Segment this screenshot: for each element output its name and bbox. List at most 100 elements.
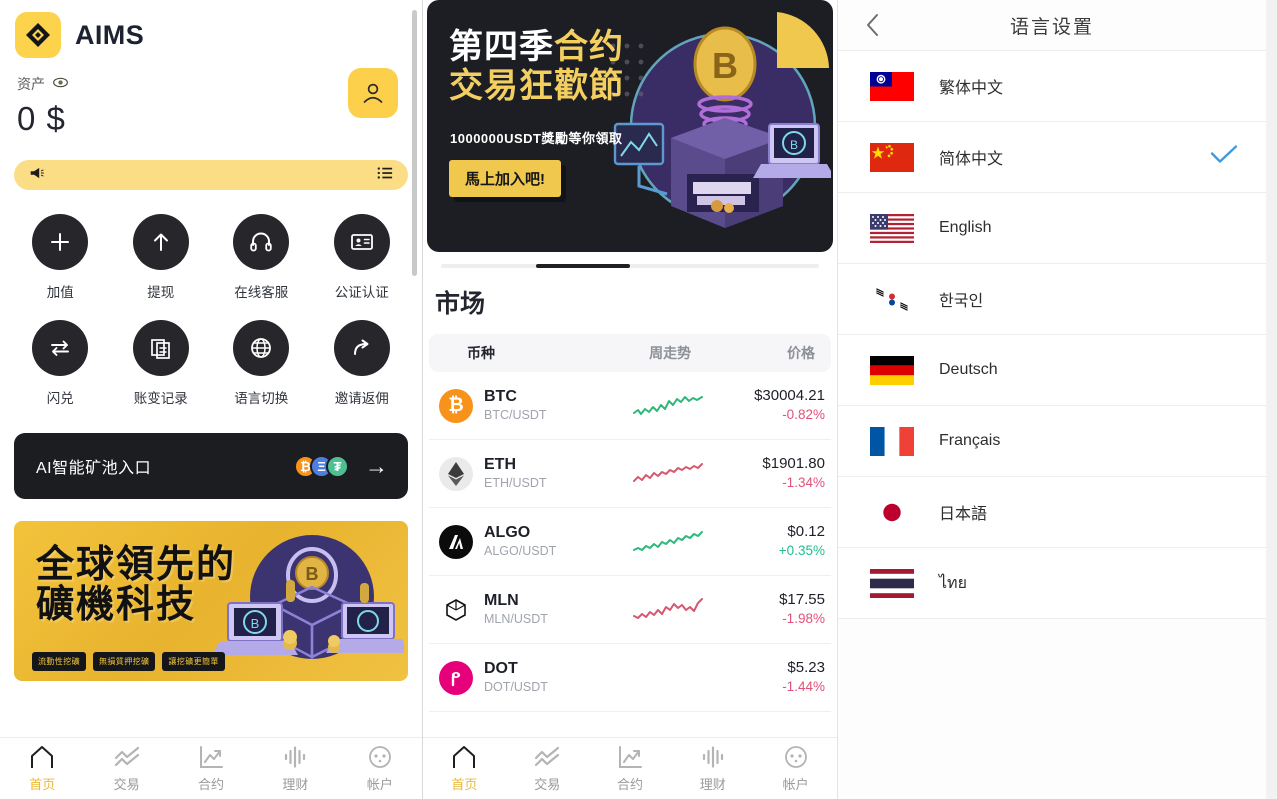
megaphone-icon xyxy=(29,166,46,185)
tab-account[interactable]: 帐户 xyxy=(754,744,837,793)
carousel-segment-active[interactable] xyxy=(535,264,630,268)
coin-pair: BTC/USDT xyxy=(484,408,547,423)
language-label: 日本語 xyxy=(939,506,988,523)
carousel-segment[interactable] xyxy=(630,264,725,268)
language-label: 繁体中文 xyxy=(939,80,1004,97)
page-title: 语言设置 xyxy=(1009,16,1094,38)
headset-icon xyxy=(233,214,290,270)
language-option-japanese[interactable]: 日本語 xyxy=(838,476,1266,547)
tab-label: 首页 xyxy=(451,777,478,792)
coin-symbol: ALGO xyxy=(484,524,531,542)
market-panel: B B 第四季合约 交易狂歡節 1000000USDT獎勵等你領取 馬上加入吧!… xyxy=(423,0,837,799)
language-option-english[interactable]: English xyxy=(838,192,1266,263)
quick-action-invite[interactable]: 邀请返佣 xyxy=(312,320,413,407)
market-title: 市场 xyxy=(435,290,486,318)
quick-action-kyc[interactable]: 公证认证 xyxy=(312,214,413,301)
language-option-french[interactable]: Français xyxy=(838,405,1266,476)
table-row[interactable]: ETH ETH/USDT $1901.80 -1.34% xyxy=(429,440,831,508)
tab-label: 合约 xyxy=(198,777,225,792)
quick-action-label: 语言切换 xyxy=(234,391,289,406)
table-row[interactable]: MLN MLN/USDT $17.55 -1.98% xyxy=(429,576,831,644)
table-row[interactable]: ₿ BTC BTC/USDT $30004.21 -0.82% xyxy=(429,372,831,440)
carousel-segment[interactable] xyxy=(441,264,536,268)
tab-trade[interactable]: 交易 xyxy=(506,744,589,793)
mining-promo-banner[interactable]: B B 全球領先的 礦機科技 流動性挖礦 無損質押挖礦 讓挖礦更簡單 xyxy=(14,521,408,681)
coin-change: -1.98% xyxy=(782,611,825,627)
sparkline xyxy=(614,529,727,555)
quick-action-recharge[interactable]: 加值 xyxy=(10,214,111,301)
language-label: 简体中文 xyxy=(939,151,1004,168)
carousel-segment[interactable] xyxy=(725,264,820,268)
svg-text:B: B xyxy=(790,138,798,152)
bottom-tabbar: 首页 交易 合约 理财 帐户 xyxy=(0,737,422,799)
eth-icon xyxy=(439,456,473,491)
bottom-tabbar: 首页 交易 合约 理财 帐户 xyxy=(423,737,837,799)
table-row[interactable]: DOT DOT/USDT $5.23 -1.44% xyxy=(429,644,831,712)
tab-home[interactable]: 首页 xyxy=(423,744,506,793)
tab-account[interactable]: 帐户 xyxy=(338,744,422,793)
flag-germany xyxy=(870,355,914,385)
coin-pair: DOT/USDT xyxy=(484,680,548,695)
language-option-korean[interactable]: 한국인 xyxy=(838,263,1266,334)
language-option-thai[interactable]: ไทย xyxy=(838,547,1266,618)
svg-text:B: B xyxy=(251,616,260,631)
flag-korea xyxy=(870,284,914,314)
eye-icon[interactable] xyxy=(53,75,68,93)
account-face-icon xyxy=(368,746,391,768)
coin-stack: ₿ Ξ ₮ xyxy=(294,454,349,478)
language-option-german[interactable]: Deutsch xyxy=(838,334,1266,405)
flag-japan xyxy=(870,497,914,527)
usdt-icon: ₮ xyxy=(326,454,349,478)
tab-finance[interactable]: 理财 xyxy=(253,744,337,793)
promo-line-1: 全球領先的 xyxy=(36,544,237,586)
brand-header: AIMS xyxy=(0,0,422,58)
app-screen: AIMS 资产 0 $ 加值 提现 在线客服 公证认证 闪兑 账变记录 语言切换… xyxy=(0,0,1277,799)
promo-tag: 無損質押挖礦 xyxy=(93,652,156,671)
language-settings-panel: 语言设置 繁体中文 简体中文 English 한국인 Deutsch Franç… xyxy=(837,0,1266,799)
quick-action-records[interactable]: 账变记录 xyxy=(111,320,212,407)
quick-action-label: 闪兑 xyxy=(46,391,74,406)
list-icon[interactable] xyxy=(377,166,393,185)
tab-label: 首页 xyxy=(29,777,56,792)
carousel-indicator[interactable] xyxy=(441,264,819,268)
bars-wave-icon xyxy=(285,746,306,768)
carousel-title: 第四季合约 交易狂歡節 xyxy=(449,28,624,106)
announcement-bar[interactable] xyxy=(14,160,408,190)
tab-label: 合约 xyxy=(616,777,643,792)
plus-icon xyxy=(32,214,89,270)
language-option-traditional-chinese[interactable]: 繁体中文 xyxy=(838,50,1266,121)
chevron-left-icon[interactable] xyxy=(858,8,888,42)
quick-action-language[interactable]: 语言切换 xyxy=(211,320,312,407)
language-label: English xyxy=(939,219,992,236)
id-card-icon xyxy=(333,214,390,270)
carousel-cta-button[interactable]: 馬上加入吧! xyxy=(449,160,561,197)
promo-carousel[interactable]: B B 第四季合约 交易狂歡節 1000000USDT獎勵等你領取 馬上加入吧! xyxy=(427,0,833,252)
sparkline xyxy=(614,393,727,419)
arrow-up-icon xyxy=(132,214,189,270)
avatar[interactable] xyxy=(348,68,398,118)
quick-action-withdraw[interactable]: 提现 xyxy=(111,214,212,301)
share-arrow-icon xyxy=(333,320,390,376)
promo-line-2: 礦機科技 xyxy=(36,584,197,627)
flag-france xyxy=(870,426,914,456)
carousel-title-b: 合约 xyxy=(554,28,624,66)
tab-finance[interactable]: 理财 xyxy=(671,744,754,793)
table-row[interactable]: ALGO ALGO/USDT $0.12 +0.35% xyxy=(429,508,831,576)
brand-name: AIMS xyxy=(75,19,145,50)
panel-scrollbar[interactable] xyxy=(412,10,417,276)
language-label: Français xyxy=(939,432,1001,449)
quick-action-swap[interactable]: 闪兑 xyxy=(10,320,111,407)
dot-icon xyxy=(439,660,473,695)
tab-contract[interactable]: 合约 xyxy=(169,744,253,793)
quick-action-support[interactable]: 在线客服 xyxy=(211,214,312,301)
coin-price: $5.23 xyxy=(787,658,825,676)
tab-home[interactable]: 首页 xyxy=(0,744,84,793)
tab-label: 理财 xyxy=(282,777,309,792)
tab-contract[interactable]: 合约 xyxy=(589,744,672,793)
tab-trade[interactable]: 交易 xyxy=(84,744,168,793)
coin-price: $1901.80 xyxy=(762,454,825,472)
language-option-simplified-chinese[interactable]: 简体中文 xyxy=(838,121,1266,192)
ai-mining-pool-banner[interactable]: AI智能矿池入口 ₿ Ξ ₮ → xyxy=(14,433,408,499)
promo-tag: 流動性挖礦 xyxy=(32,652,86,671)
trade-lines-icon xyxy=(114,746,139,767)
